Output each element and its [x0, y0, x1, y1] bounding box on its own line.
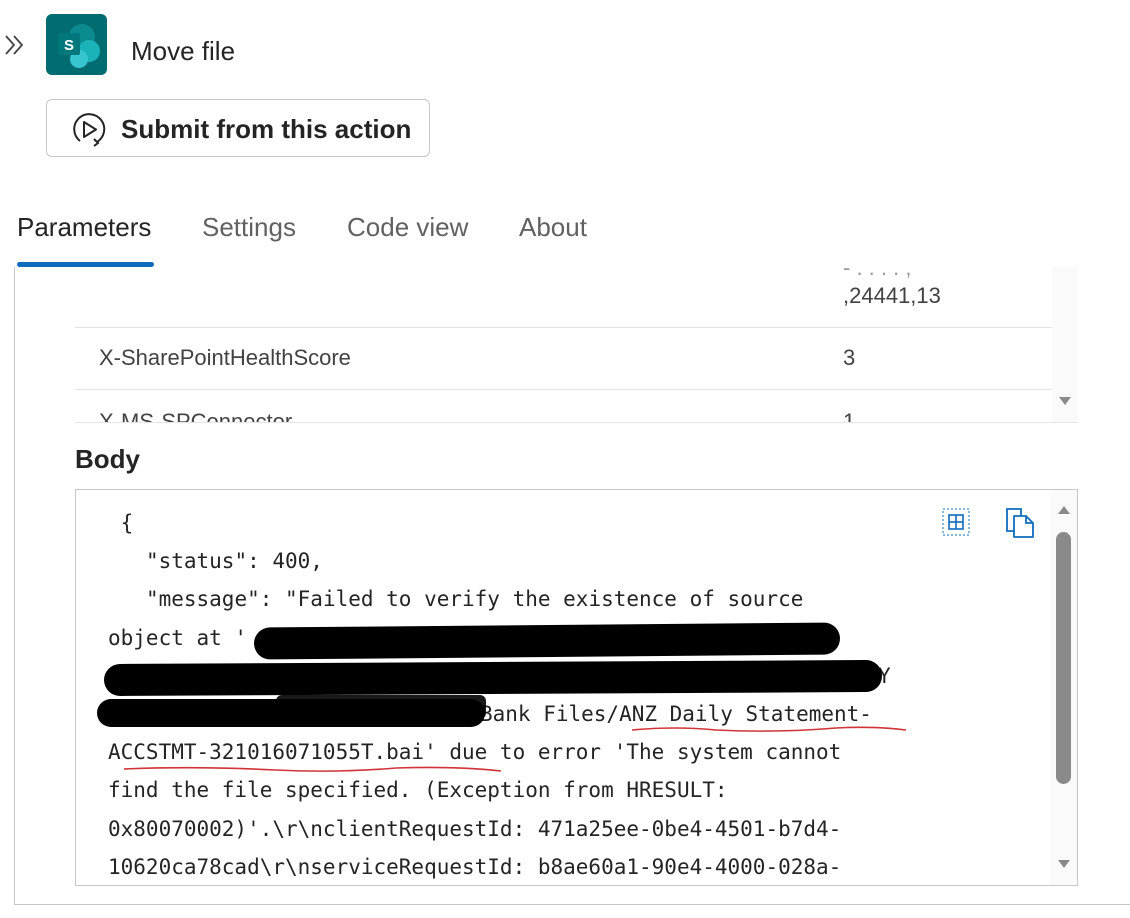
tab-settings[interactable]: Settings [202, 209, 296, 245]
action-title: Move file [131, 36, 236, 66]
header-key: X-MS-SPConnector [99, 409, 293, 422]
header-value: ,24441,13 [843, 283, 941, 308]
panel-border [14, 267, 15, 905]
cut-off-text: - . . . . , [843, 267, 912, 280]
headers-table-divider [75, 422, 1078, 423]
panel-border-bottom [14, 904, 1130, 905]
tab-parameters[interactable]: Parameters [17, 209, 151, 245]
grid-view-icon[interactable] [942, 508, 970, 536]
tab-code-view[interactable]: Code view [347, 209, 468, 245]
submit-from-action-button[interactable]: Submit from this action [46, 99, 430, 157]
headers-scrollbar[interactable] [1052, 267, 1078, 422]
headers-table[interactable]: - . . . . , ,24441,13 X-SharePointHealth… [75, 267, 1078, 422]
submit-button-label: Submit from this action [121, 114, 412, 144]
table-row: X-SharePointHealthScore 3 [75, 328, 1052, 390]
scroll-up-arrow-icon[interactable] [1056, 504, 1072, 516]
double-chevron-right-icon[interactable] [2, 30, 28, 60]
app-icon-letter: S [64, 37, 74, 54]
table-row: X-MS-SPConnector 1 [75, 390, 1052, 422]
code-line: 10620ca78cad\r\nserviceRequestId: b8ae60… [108, 854, 842, 879]
body-label: Body [75, 444, 140, 474]
sharepoint-app-icon: S [46, 14, 107, 75]
spellcheck-underlines [123, 726, 907, 772]
header-value: 3 [843, 345, 856, 370]
copy-icon[interactable] [1004, 506, 1036, 540]
table-row: - . . . . , ,24441,13 [75, 267, 1052, 328]
play-circle-icon [73, 113, 106, 147]
header-key: X-SharePointHealthScore [99, 345, 351, 370]
scrollbar-thumb[interactable] [1056, 532, 1071, 784]
body-code-viewer[interactable]: { "status": 400, "message": "Failed to v… [75, 489, 1078, 886]
tab-about[interactable]: About [519, 209, 587, 245]
code-scrollbar[interactable] [1051, 490, 1077, 885]
scroll-down-arrow-icon[interactable] [1057, 395, 1073, 407]
scroll-down-arrow-icon[interactable] [1056, 858, 1072, 870]
code-line: 0x80070002)'.\r\nclientRequestId: 471a25… [108, 816, 842, 841]
header-value: 1 [843, 409, 856, 422]
